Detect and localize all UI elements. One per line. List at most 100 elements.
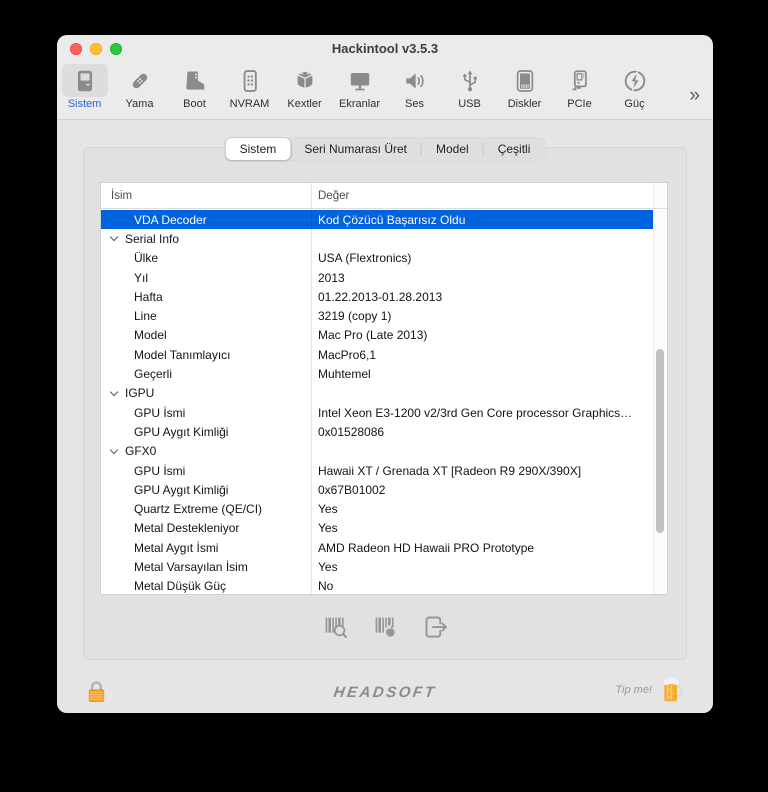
tab-cesitli[interactable]: Çeşitli: [484, 138, 545, 160]
table-row[interactable]: GPU Aygıt Kimliği 0x01528086: [101, 422, 653, 441]
row-name: GPU Aygıt Kimliği: [134, 482, 229, 497]
table-row[interactable]: Metal Varsayılan İsim Yes: [101, 557, 653, 576]
row-value: Hawaii XT / Grenada XT [Radeon R9 290X/3…: [318, 463, 582, 478]
toolbar-item-ekranlar[interactable]: Ekranlar: [332, 64, 387, 110]
toolbar-item-sistem[interactable]: Sistem: [57, 64, 112, 110]
table-rows: VDA Decoder Kod Çözücü Başarısız Oldu Seri…: [101, 210, 653, 594]
row-name: Yıl: [134, 270, 149, 285]
toolbar-item-label: Güç: [624, 98, 645, 110]
memory-card-icon: [227, 64, 273, 97]
table-header: İsim Değer: [101, 183, 667, 209]
toolbar-item-kextler[interactable]: Kextler: [277, 64, 332, 110]
toolbar-item-label: Kextler: [287, 98, 322, 110]
column-header-isim[interactable]: İsim: [101, 190, 311, 202]
disclosure-chevron-icon[interactable]: [109, 233, 119, 242]
export-icon: [422, 613, 449, 640]
toolbar-overflow-button[interactable]: »: [689, 78, 700, 105]
row-value: 0x67B01002: [318, 482, 386, 497]
tab-seri-numarasi-uret[interactable]: Seri Numarası Üret: [290, 138, 421, 160]
row-name: Serial Info: [101, 232, 311, 246]
table-row[interactable]: Ülke USA (Flextronics): [101, 249, 653, 268]
row-name: Ülke: [134, 251, 159, 266]
table-row[interactable]: Quartz Extreme (QE/CI) Yes: [101, 499, 653, 518]
toolbar-item-label: NVRAM: [229, 98, 270, 110]
disclosure-chevron-icon[interactable]: [109, 387, 119, 397]
zoom-button[interactable]: [110, 42, 122, 55]
serial-generate-button[interactable]: [371, 612, 399, 640]
content-area: Sistem Seri Numarası Üret Model Çeşitli …: [57, 120, 713, 713]
toolbar-item-boot[interactable]: Boot: [167, 64, 222, 110]
toolbar-item-label: Yama: [125, 98, 154, 110]
row-name: Model: [134, 328, 167, 343]
table-row[interactable]: IGPU: [101, 384, 653, 403]
tab-bar: Sistem Seri Numarası Üret Model Çeşitli: [224, 137, 546, 161]
toolbar-item-label: Ekranlar: [339, 98, 380, 110]
close-button[interactable]: [70, 42, 82, 55]
toolbar-item-nvram[interactable]: NVRAM: [222, 64, 277, 110]
boot-icon: [172, 64, 218, 97]
row-value: Mac Pro (Late 2013): [318, 328, 428, 343]
table-row[interactable]: Geçerli Muhtemel: [101, 364, 653, 383]
table-row[interactable]: Serial Info: [101, 229, 653, 248]
tab-sistem[interactable]: Sistem: [225, 138, 291, 160]
row-name: Metal Varsayılan İsim: [134, 559, 248, 574]
toolbar-item-usb[interactable]: USB: [442, 64, 497, 110]
row-name: Line: [134, 309, 157, 324]
row-name: Metal Destekleniyor: [134, 521, 240, 536]
app-window: Hackintool v3.5.3 Sistem Yama Boot NVRAM…: [57, 35, 713, 713]
toolbar-item-pcie[interactable]: PCIe: [552, 64, 607, 110]
disclosure-chevron-icon[interactable]: [109, 445, 119, 454]
toolbar-item-label: PCIe: [567, 98, 592, 110]
table-row[interactable]: Hafta 01.22.2013-01.28.2013: [101, 287, 653, 306]
table-row[interactable]: GPU İsmi Hawaii XT / Grenada XT [Radeon R…: [101, 461, 653, 480]
row-value: 0x01528086: [318, 424, 385, 439]
system-info-table: İsim Değer VDA Decoder Kod Çözücü Başarıs…: [100, 182, 668, 595]
row-value: AMD Radeon HD Hawaii PRO Prototype: [318, 540, 535, 555]
table-row[interactable]: Metal Aygıt İsmi AMD Radeon HD Hawaii PRO…: [101, 538, 653, 557]
tab-label: Seri Numarası Üret: [304, 142, 408, 156]
toolbar-item-yama[interactable]: Yama: [112, 64, 167, 110]
row-value: Yes: [318, 502, 338, 517]
row-value: Yes: [318, 521, 338, 536]
table-row[interactable]: Model Tanımlayıcı MacPro6,1: [101, 345, 653, 364]
row-name: VDA Decoder: [134, 212, 207, 227]
column-header-deger[interactable]: Değer: [311, 190, 667, 202]
table-row[interactable]: GFX0: [101, 442, 653, 461]
toolbar-item-label: USB: [458, 98, 481, 110]
row-value: Intel Xeon E3-1200 v2/3rd Gen Core proce…: [318, 405, 633, 420]
window-title: Hackintool v3.5.3: [331, 41, 439, 56]
titlebar: Hackintool v3.5.3: [57, 35, 713, 62]
row-value: 01.22.2013-01.28.2013: [318, 289, 443, 304]
toolbar-item-guc[interactable]: Güç: [607, 64, 662, 110]
row-name: GPU Aygıt Kimliği: [134, 424, 229, 439]
row-name: Metal Aygıt İsmi: [134, 540, 219, 555]
tip-me[interactable]: Tip me!: [615, 676, 682, 703]
tab-model[interactable]: Model: [422, 138, 483, 160]
serial-lookup-icon: [322, 613, 349, 640]
toolbar-item-ses[interactable]: Ses: [387, 64, 442, 110]
scrollbar-thumb[interactable]: [656, 349, 664, 533]
row-value: MacPro6,1: [318, 347, 377, 362]
table-row[interactable]: GPU İsmi Intel Xeon E3-1200 v2/3rd Gen Co…: [101, 403, 653, 422]
computer-icon: [61, 64, 108, 97]
minimize-button[interactable]: [90, 42, 102, 55]
export-button[interactable]: [421, 612, 449, 640]
disk-icon: [502, 64, 548, 97]
kext-box-icon: [282, 64, 328, 97]
table-row[interactable]: VDA Decoder Kod Çözücü Başarısız Oldu: [101, 210, 653, 230]
row-name: IGPU: [101, 386, 311, 400]
table-row[interactable]: GPU Aygıt Kimliği 0x67B01002: [101, 480, 653, 499]
row-value: 3219 (copy 1): [318, 309, 392, 324]
table-row[interactable]: Model Mac Pro (Late 2013): [101, 326, 653, 345]
table-row[interactable]: Yıl 2013: [101, 268, 653, 287]
row-value: Yes: [318, 559, 338, 574]
speaker-icon: [392, 64, 438, 97]
row-name: Metal Düşük Güç: [134, 579, 227, 594]
table-row[interactable]: Metal Düşük Güç No: [101, 577, 653, 594]
toolbar-item-diskler[interactable]: Diskler: [497, 64, 552, 110]
bandage-icon: [117, 64, 163, 97]
serial-lookup-button[interactable]: [321, 612, 349, 640]
table-row[interactable]: Line 3219 (copy 1): [101, 306, 653, 325]
display-icon: [337, 64, 383, 97]
table-row[interactable]: Metal Destekleniyor Yes: [101, 519, 653, 538]
